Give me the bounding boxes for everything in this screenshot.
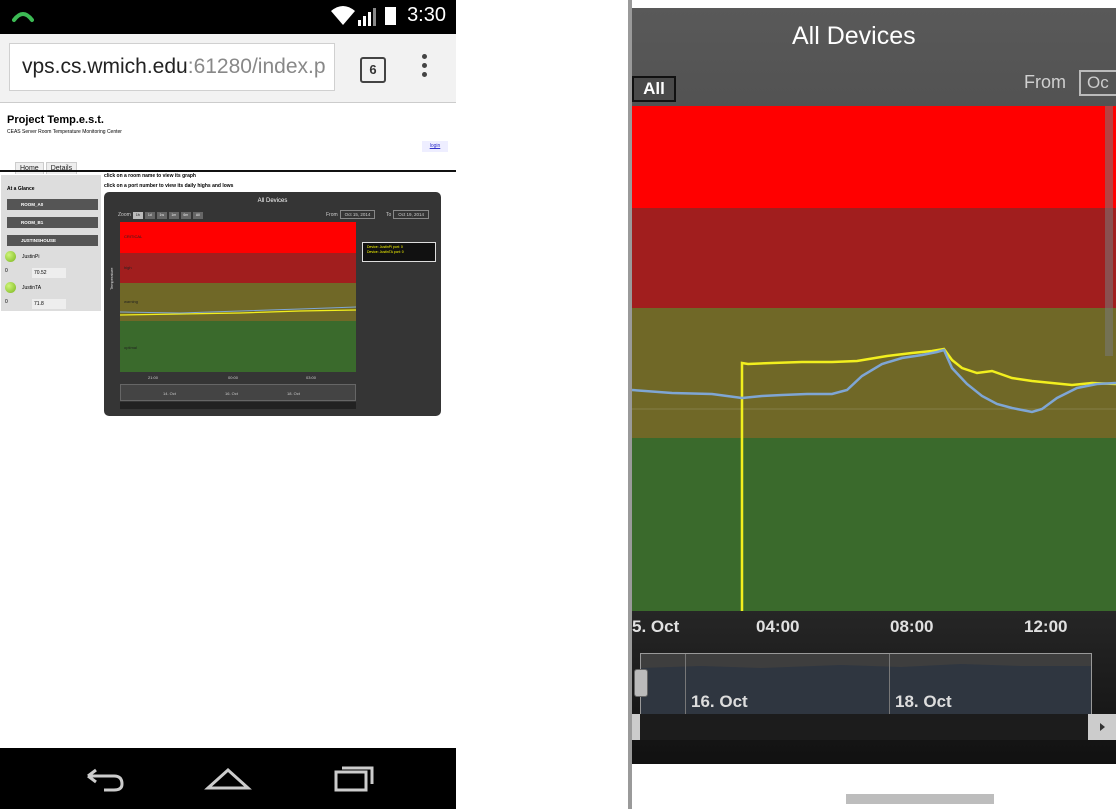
device-name: JustinPi: [22, 253, 40, 260]
scroll-left-button[interactable]: [632, 714, 640, 740]
signal-icon: [358, 8, 376, 26]
web-page: Project Temp.e.s.t. CEAS Server Room Tem…: [0, 103, 456, 748]
x-tick: 12:00: [1024, 617, 1068, 636]
home-icon[interactable]: [204, 762, 252, 794]
nav-divider: [889, 654, 890, 714]
device-row: 0 71.8: [5, 299, 67, 309]
room-button-a0[interactable]: ROOM_A0: [7, 199, 98, 210]
zoom-navigator[interactable]: 16. Oct 18. Oct: [640, 653, 1092, 715]
zoom-chart-title: All Devices: [792, 22, 916, 50]
series-line-yellow: [740, 347, 1116, 611]
status-dot-icon: [5, 282, 16, 293]
hint-port: click on a port number to view its daily…: [104, 183, 234, 189]
x-tick: 5. Oct: [632, 617, 680, 636]
call-icon: [12, 12, 34, 22]
zoom-6m-button[interactable]: 6m: [180, 212, 191, 219]
legend-item-2: Device: JustinTA port: 0: [367, 250, 404, 254]
zoom-scrollbar[interactable]: [632, 714, 1116, 740]
port-link[interactable]: 0: [5, 268, 8, 274]
nav-tick: 16. Oct: [691, 692, 748, 711]
back-icon[interactable]: [78, 762, 126, 794]
zoom-from-input[interactable]: Oc: [1079, 70, 1116, 96]
site-subtitle: CEAS Server Room Temperature Monitoring …: [7, 129, 122, 135]
nav-tick: 16. Oct: [225, 391, 238, 396]
navigator-scrollbar[interactable]: [120, 402, 356, 409]
x-tick: 00:00: [228, 375, 239, 380]
site-title: Project Temp.e.s.t.: [7, 114, 104, 126]
nav-tick: 14. Oct: [163, 391, 176, 396]
zoom-all-button[interactable]: All: [632, 76, 676, 102]
nav-tick: 18. Oct: [287, 391, 300, 396]
range-from: From Oct 15, 2014: [326, 210, 376, 219]
port-link[interactable]: 0: [5, 299, 8, 305]
zoomed-chart: All Devices All From Oc 5. Oct 04:00 08:…: [632, 8, 1116, 764]
phone-screenshot: 3:30 vps.cs.wmich.edu:61280/index.p 6 Pr…: [0, 0, 456, 809]
legend: Device: JustinPi port: 0 Device: JustinTA…: [362, 242, 436, 262]
x-tick: 21:00: [148, 375, 159, 380]
tab-details[interactable]: Details: [45, 162, 78, 174]
vertical-scrollbar[interactable]: [1105, 106, 1113, 356]
zoom-label: Zoom: [118, 212, 131, 218]
status-bar: 3:30: [0, 0, 456, 34]
device-row: 0 70.52: [5, 268, 67, 278]
room-button-justinshouse[interactable]: JUSTINSHOUSE: [7, 235, 98, 246]
device-justinta: JustinTA: [5, 282, 41, 293]
nav-divider: [685, 654, 686, 714]
hint-room: click on a room name to view its graph: [104, 173, 196, 179]
zoom-1h-button[interactable]: 1h: [132, 212, 143, 219]
header-divider: [0, 170, 456, 172]
to-input[interactable]: Oct 19, 2014: [393, 210, 430, 219]
mini-series-line-2: [120, 306, 356, 314]
range-to: To Oct 19, 2014: [386, 210, 430, 219]
zoom-series-lines: [632, 347, 1116, 611]
site-nav: Home Details: [15, 157, 79, 174]
from-label: From: [326, 212, 338, 218]
device-justinpi: JustinPi: [5, 251, 40, 262]
battery-icon: [385, 7, 396, 25]
device-name: JustinTA: [22, 284, 42, 291]
zoom-controls: Zoom 1h 1d 1w 1m 6m All: [118, 212, 203, 219]
mini-plot-area: CRITICAL high warning optimal: [120, 222, 356, 372]
sidebar: At a Glance ROOM_A0 ROOM_B1 JUSTINSHOUSE…: [1, 175, 101, 311]
mini-chart: All Devices Zoom 1h 1d 1w 1m 6m All From Oct 15…: [104, 192, 441, 416]
url-host: vps.cs.wmich.edu: [22, 55, 188, 78]
overflow-menu-icon[interactable]: [420, 54, 428, 82]
zoom-1m-button[interactable]: 1m: [168, 212, 179, 219]
url-path: :61280/index.p: [187, 55, 326, 78]
zoom-1d-button[interactable]: 1d: [144, 212, 155, 219]
scroll-right-arrow-icon[interactable]: [1088, 714, 1116, 740]
zoom-from-label: From: [1024, 72, 1066, 92]
to-label: To: [386, 212, 392, 218]
status-time: 3:30: [407, 4, 446, 26]
device-value: 70.52: [32, 268, 66, 278]
bottom-scrollbar[interactable]: [846, 794, 994, 804]
x-tick: 08:00: [890, 617, 934, 636]
room-button-b1[interactable]: ROOM_B1: [7, 217, 98, 228]
x-tick: 03:00: [306, 375, 317, 380]
zoom-1w-button[interactable]: 1w: [156, 212, 167, 219]
recents-icon[interactable]: [330, 762, 378, 794]
android-nav-bar: [0, 748, 456, 809]
address-bar[interactable]: vps.cs.wmich.edu:61280/index.p: [9, 43, 335, 91]
at-a-glance-heading: At a Glance: [7, 186, 35, 192]
y-axis-label: Temperature: [109, 267, 114, 290]
mini-series-lines: [120, 306, 356, 316]
chart-title: All Devices: [257, 198, 288, 204]
device-value: 71.8: [32, 299, 66, 309]
navigator-handle[interactable]: [634, 669, 648, 697]
zoom-all-button[interactable]: All: [192, 212, 203, 219]
login-link[interactable]: login: [422, 141, 448, 152]
status-dot-icon: [5, 251, 16, 262]
from-input[interactable]: Oct 15, 2014: [339, 210, 376, 219]
browser-toolbar: vps.cs.wmich.edu:61280/index.p 6: [0, 34, 456, 103]
wifi-icon: [331, 6, 355, 25]
nav-tick: 18. Oct: [895, 692, 952, 711]
x-tick: 04:00: [756, 617, 800, 636]
zoomed-chart-panel: All Devices All From Oc 5. Oct 04:00 08:…: [628, 0, 1116, 809]
zoom-plot-area: [632, 106, 1116, 611]
tab-switcher-button[interactable]: 6: [360, 57, 386, 83]
navigator[interactable]: 14. Oct 16. Oct 18. Oct: [120, 384, 356, 401]
tab-home[interactable]: Home: [15, 162, 44, 174]
